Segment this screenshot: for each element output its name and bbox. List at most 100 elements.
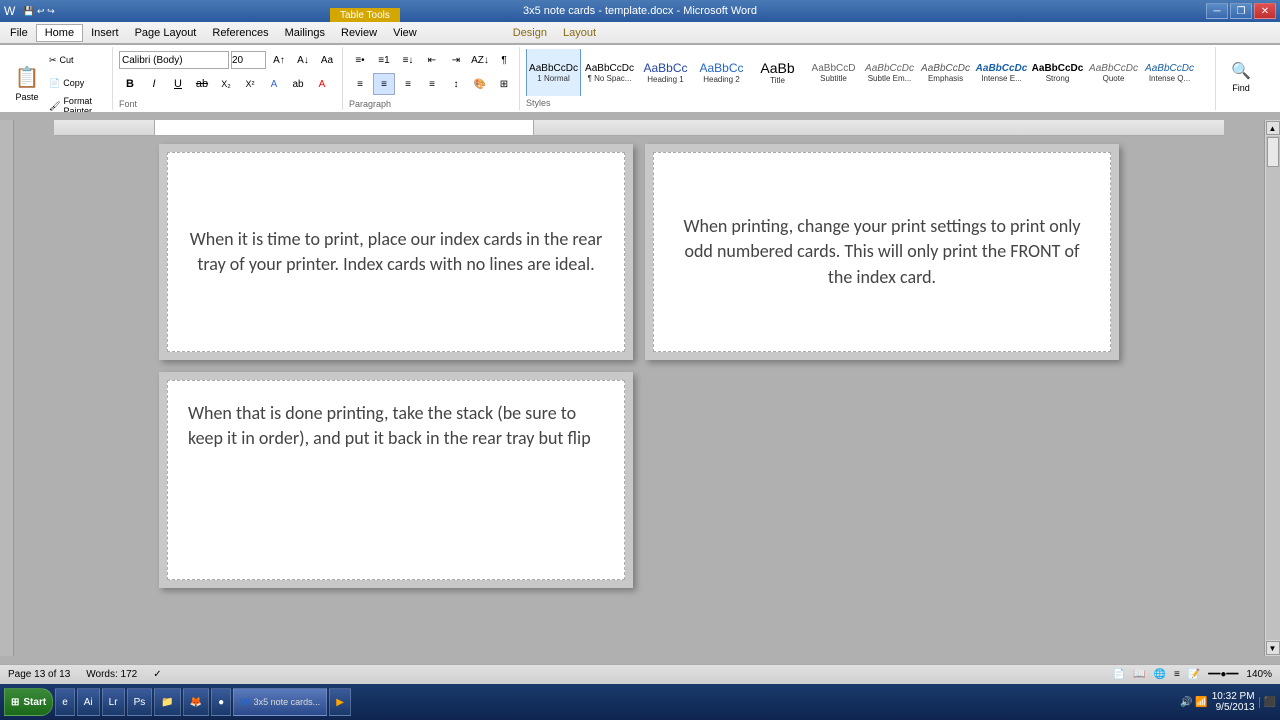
style-normal[interactable]: AaBbCcDc 1 Normal — [526, 49, 581, 96]
system-icons: 🔊 📶 — [1180, 697, 1208, 708]
style-emphasis[interactable]: AaBbCcDc Emphasis — [918, 49, 973, 96]
taskbar-right: 🔊 📶 10:32 PM 9/5/2013 ⬛ — [1180, 691, 1276, 713]
strikethrough-button[interactable]: ab — [191, 73, 213, 95]
shading-button[interactable]: 🎨 — [469, 73, 491, 95]
style-strong[interactable]: AaBbCcDc Strong — [1030, 49, 1085, 96]
scroll-up-button[interactable]: ▲ — [1266, 121, 1280, 135]
cut-button[interactable]: ✂Cut — [48, 49, 108, 71]
align-center-button[interactable]: ≡ — [373, 73, 395, 95]
scroll-track[interactable] — [1266, 136, 1280, 640]
find-button[interactable]: 🔍 Find — [1222, 49, 1260, 105]
bold-button[interactable]: B — [119, 73, 141, 95]
grow-font-button[interactable]: A↑ — [268, 49, 290, 71]
clipboard-small-col: ✂Cut 📄Copy 🖌Format Painter — [48, 49, 108, 117]
menu-references[interactable]: References — [204, 25, 276, 41]
style-heading2[interactable]: AaBbCc Heading 2 — [694, 49, 749, 96]
zoom-slider[interactable]: ━━●━━ — [1208, 669, 1238, 680]
track-changes-icon: ✓ — [153, 669, 161, 680]
style-subtitle-preview: AaBbCcD — [812, 63, 856, 74]
taskbar-ps[interactable]: Ps — [127, 688, 153, 716]
start-button[interactable]: ⊞ Start — [4, 688, 53, 716]
scroll-down-button[interactable]: ▼ — [1266, 641, 1280, 655]
style-subtle-em[interactable]: AaBbCcDc Subtle Em... — [862, 49, 917, 96]
bullets-button[interactable]: ≡• — [349, 49, 371, 71]
superscript-button[interactable]: X² — [239, 73, 261, 95]
shrink-font-button[interactable]: A↓ — [292, 49, 314, 71]
index-card-3[interactable]: When that is done printing, take the sta… — [167, 380, 625, 580]
style-intense-em[interactable]: AaBbCcDc Intense E... — [974, 49, 1029, 96]
format-painter-icon: 🖌 — [49, 101, 60, 112]
taskbar-vlc[interactable]: ▶ — [329, 688, 351, 716]
clock-time: 10:32 PM — [1212, 691, 1255, 702]
font-size-input[interactable] — [231, 51, 266, 69]
sort-button[interactable]: AZ↓ — [469, 49, 491, 71]
clear-format-button[interactable]: Aa — [316, 49, 338, 71]
font-color-button[interactable]: A — [311, 73, 333, 95]
taskbar-adobe[interactable]: Ai — [77, 688, 100, 716]
style-subtleem-preview: AaBbCcDc — [865, 63, 914, 74]
copy-button[interactable]: 📄Copy — [48, 72, 108, 94]
align-left-button[interactable]: ≡ — [349, 73, 371, 95]
taskbar-ie[interactable]: e — [55, 688, 75, 716]
highlight-button[interactable]: ab — [287, 73, 309, 95]
multilevel-button[interactable]: ≡↓ — [397, 49, 419, 71]
index-card-2[interactable]: When printing, change your print setting… — [653, 152, 1111, 352]
menu-review[interactable]: Review — [333, 25, 385, 41]
menu-page-layout[interactable]: Page Layout — [127, 25, 205, 41]
style-intenseem-preview: AaBbCcDc — [976, 63, 1028, 74]
index-card-1[interactable]: When it is time to print, place our inde… — [167, 152, 625, 352]
justify-button[interactable]: ≡ — [421, 73, 443, 95]
menu-layout[interactable]: Layout — [555, 25, 604, 41]
view-print-icon[interactable]: 📄 — [1113, 669, 1125, 680]
view-web-icon[interactable]: 🌐 — [1154, 669, 1166, 680]
menu-design[interactable]: Design — [505, 25, 555, 41]
line-spacing-button[interactable]: ↕ — [445, 73, 467, 95]
taskbar-firefox[interactable]: 🦊 — [183, 688, 209, 716]
font-name-input[interactable] — [119, 51, 229, 69]
taskbar-word[interactable]: W 3x5 note cards... — [233, 688, 327, 716]
style-heading1[interactable]: AaBbCc Heading 1 — [638, 49, 693, 96]
subscript-button[interactable]: X₂ — [215, 73, 237, 95]
style-no-space[interactable]: AaBbCcDc ¶ No Spac... — [582, 49, 637, 96]
menu-insert[interactable]: Insert — [83, 25, 127, 41]
style-quote-label: Quote — [1103, 74, 1125, 83]
show-marks-button[interactable]: ¶ — [493, 49, 515, 71]
menu-view[interactable]: View — [385, 25, 425, 41]
numbering-button[interactable]: ≡1 — [373, 49, 395, 71]
menu-area: File Home Insert Page Layout References … — [0, 22, 1280, 44]
view-outline-icon[interactable]: ≡ — [1174, 669, 1180, 680]
page-card-1: When it is time to print, place our inde… — [159, 144, 633, 360]
style-subtitle[interactable]: AaBbCcD Subtitle — [806, 49, 861, 96]
view-reading-icon[interactable]: 📖 — [1133, 669, 1145, 680]
style-title[interactable]: AaBb Title — [750, 49, 805, 96]
taskbar-chrome[interactable]: ● — [211, 688, 231, 716]
ruler-bg — [54, 120, 1224, 135]
style-intense-q[interactable]: AaBbCcDc Intense Q... — [1142, 49, 1197, 96]
underline-button[interactable]: U — [167, 73, 189, 95]
vertical-scrollbar[interactable]: ▲ ▼ — [1264, 120, 1280, 656]
cards-grid: When it is time to print, place our inde… — [159, 136, 1119, 596]
style-quote[interactable]: AaBbCcDc Quote — [1086, 49, 1141, 96]
menu-file[interactable]: File — [2, 25, 36, 41]
restore-button[interactable]: ❐ — [1230, 3, 1252, 19]
italic-button[interactable]: I — [143, 73, 165, 95]
minimize-button[interactable]: ─ — [1206, 3, 1228, 19]
menu-home[interactable]: Home — [36, 24, 83, 42]
border-button[interactable]: ⊞ — [493, 73, 515, 95]
paste-button[interactable]: 📋 Paste — [8, 55, 46, 111]
taskbar-lr[interactable]: Lr — [102, 688, 125, 716]
show-desktop-button[interactable]: ⬛ — [1259, 697, 1276, 708]
taskbar-fm[interactable]: 📁 — [154, 688, 180, 716]
text-effects-button[interactable]: A — [263, 73, 285, 95]
scroll-thumb[interactable] — [1267, 137, 1279, 167]
increase-indent-button[interactable]: ⇥ — [445, 49, 467, 71]
view-draft-icon[interactable]: 📝 — [1188, 669, 1200, 680]
style-intenseq-preview: AaBbCcDc — [1145, 63, 1194, 74]
close-button[interactable]: ✕ — [1254, 3, 1276, 19]
decrease-indent-button[interactable]: ⇤ — [421, 49, 443, 71]
menu-mailings[interactable]: Mailings — [277, 25, 333, 41]
card-3-text: When that is done printing, take the sta… — [188, 401, 604, 451]
align-right-button[interactable]: ≡ — [397, 73, 419, 95]
title-bar-title: 3x5 note cards - template.docx - Microso… — [0, 5, 1280, 17]
doc-content[interactable]: When it is time to print, place our inde… — [14, 120, 1264, 656]
